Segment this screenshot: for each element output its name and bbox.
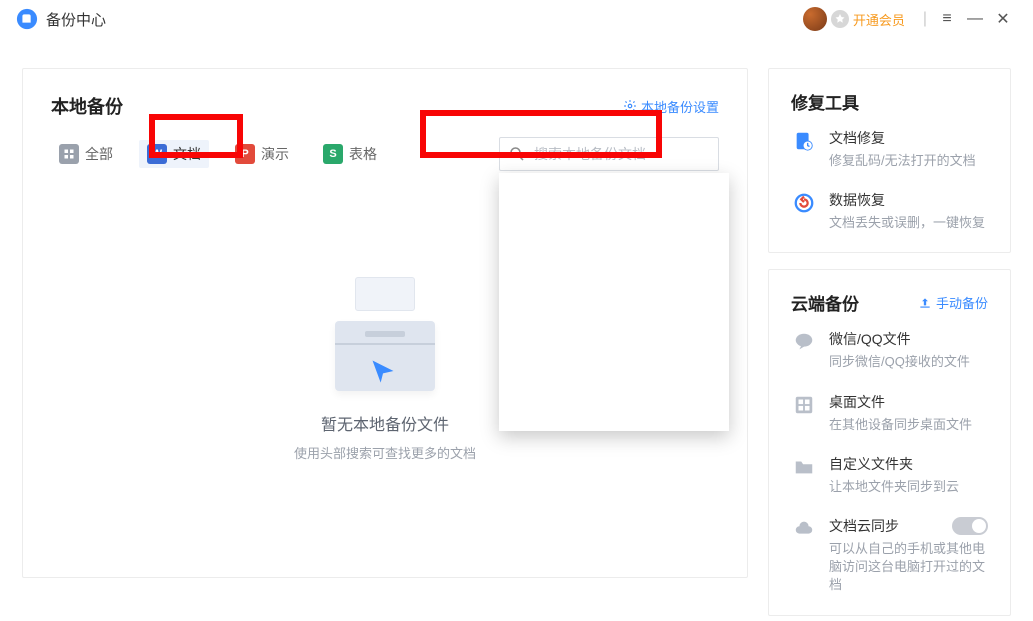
empty-subtitle: 使用头部搜索可查找更多的文档 — [294, 443, 476, 462]
titlebar: 备份中心 开通会员 | ≡ — ✕ — [0, 0, 1033, 38]
search-icon — [508, 145, 526, 163]
desktop-icon — [791, 392, 817, 434]
cloud-backup-heading: 云端备份 — [791, 290, 859, 315]
folder-icon — [791, 454, 817, 496]
word-icon: W — [147, 144, 167, 164]
empty-title: 暂无本地备份文件 — [321, 411, 449, 435]
chat-icon — [791, 329, 817, 371]
search-wrap — [499, 137, 719, 171]
data-recover-icon — [791, 190, 817, 232]
filter-doc[interactable]: W 文档 — [139, 140, 209, 168]
manual-backup-link[interactable]: 手动备份 — [918, 293, 988, 312]
gear-icon — [623, 99, 637, 113]
wechat-qq-item[interactable]: 微信/QQ文件 同步微信/QQ接收的文件 — [791, 329, 988, 371]
close-button[interactable]: ✕ — [989, 5, 1017, 33]
local-backup-panel: 本地备份 本地备份设置 全部 W 文档 P 演示 S — [22, 68, 748, 578]
menu-button[interactable]: ≡ — [933, 5, 961, 33]
grid-icon — [59, 144, 79, 164]
avatar[interactable] — [803, 7, 827, 31]
upload-icon — [918, 296, 932, 310]
sheet-icon: S — [323, 144, 343, 164]
vip-link[interactable]: 开通会员 — [853, 10, 905, 29]
separator: | — [923, 10, 927, 28]
data-recover-item[interactable]: 数据恢复 文档丢失或误删，一键恢复 — [791, 190, 988, 232]
doc-repair-item[interactable]: 文档修复 修复乱码/无法打开的文档 — [791, 128, 988, 170]
cloud-backup-card: 云端备份 手动备份 微信/QQ文件 同步微信/QQ接收的文件 — [768, 269, 1011, 615]
filter-xls[interactable]: S 表格 — [315, 140, 385, 168]
ppt-icon: P — [235, 144, 255, 164]
local-backup-settings-link[interactable]: 本地备份设置 — [623, 97, 719, 116]
repair-tools-card: 修复工具 文档修复 修复乱码/无法打开的文档 数据恢复 文档丢失或误删，一键恢复 — [768, 68, 1011, 253]
desktop-files-item[interactable]: 桌面文件 在其他设备同步桌面文件 — [791, 392, 988, 434]
repair-heading: 修复工具 — [791, 89, 988, 114]
doc-cloud-sync-item[interactable]: 文档云同步 可以从自己的手机或其他电脑访问这台电脑打开过的文档 — [791, 516, 988, 595]
sync-toggle[interactable] — [952, 517, 988, 535]
search-dropdown — [499, 173, 729, 431]
app-icon — [16, 8, 38, 30]
empty-icon — [325, 291, 445, 391]
filter-ppt[interactable]: P 演示 — [227, 140, 297, 168]
custom-folder-item[interactable]: 自定义文件夹 让本地文件夹同步到云 — [791, 454, 988, 496]
cloud-icon — [791, 516, 817, 595]
app-title: 备份中心 — [46, 9, 106, 30]
local-backup-heading: 本地备份 — [51, 93, 123, 119]
minimize-button[interactable]: — — [961, 5, 989, 33]
filter-all[interactable]: 全部 — [51, 140, 121, 168]
doc-repair-icon — [791, 128, 817, 170]
vip-icon[interactable] — [831, 10, 849, 28]
search-input[interactable] — [499, 137, 719, 171]
